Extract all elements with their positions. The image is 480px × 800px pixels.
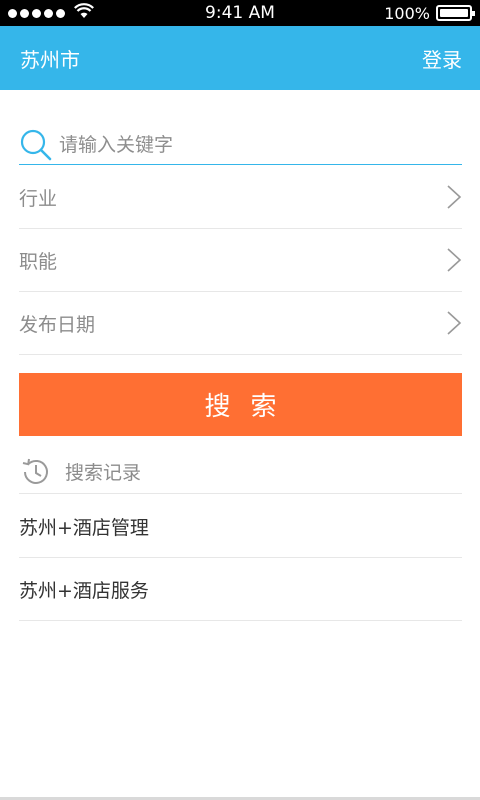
- battery-icon: [436, 5, 475, 21]
- search-box: [19, 125, 462, 165]
- chevron-right-icon: [446, 310, 462, 336]
- status-bar: 9:41 AM 100%: [0, 0, 480, 26]
- search-icon: [19, 128, 53, 162]
- search-button[interactable]: 搜索: [19, 373, 462, 436]
- status-time: 9:41 AM: [205, 3, 275, 23]
- history-icon: [19, 456, 51, 488]
- filter-label: 发布日期: [19, 313, 96, 336]
- history-item[interactable]: 苏州+酒店管理: [19, 495, 462, 558]
- app-header: 苏州市 登录: [0, 26, 480, 90]
- filter-function[interactable]: 职能: [19, 229, 462, 292]
- search-history-title: 搜索记录: [65, 462, 142, 484]
- chevron-right-icon: [446, 184, 462, 210]
- filter-label: 行业: [19, 187, 58, 210]
- city-selector[interactable]: 苏州市: [20, 44, 80, 73]
- battery-fill: [440, 9, 468, 17]
- login-button[interactable]: 登录: [422, 44, 462, 73]
- chevron-right-icon: [446, 247, 462, 273]
- search-history-header: 搜索记录: [19, 450, 462, 494]
- filter-industry[interactable]: 行业: [19, 166, 462, 229]
- search-input[interactable]: [59, 133, 449, 156]
- filter-publish-date[interactable]: 发布日期: [19, 292, 462, 355]
- history-item[interactable]: 苏州+酒店服务: [19, 558, 462, 621]
- filter-label: 职能: [19, 250, 58, 273]
